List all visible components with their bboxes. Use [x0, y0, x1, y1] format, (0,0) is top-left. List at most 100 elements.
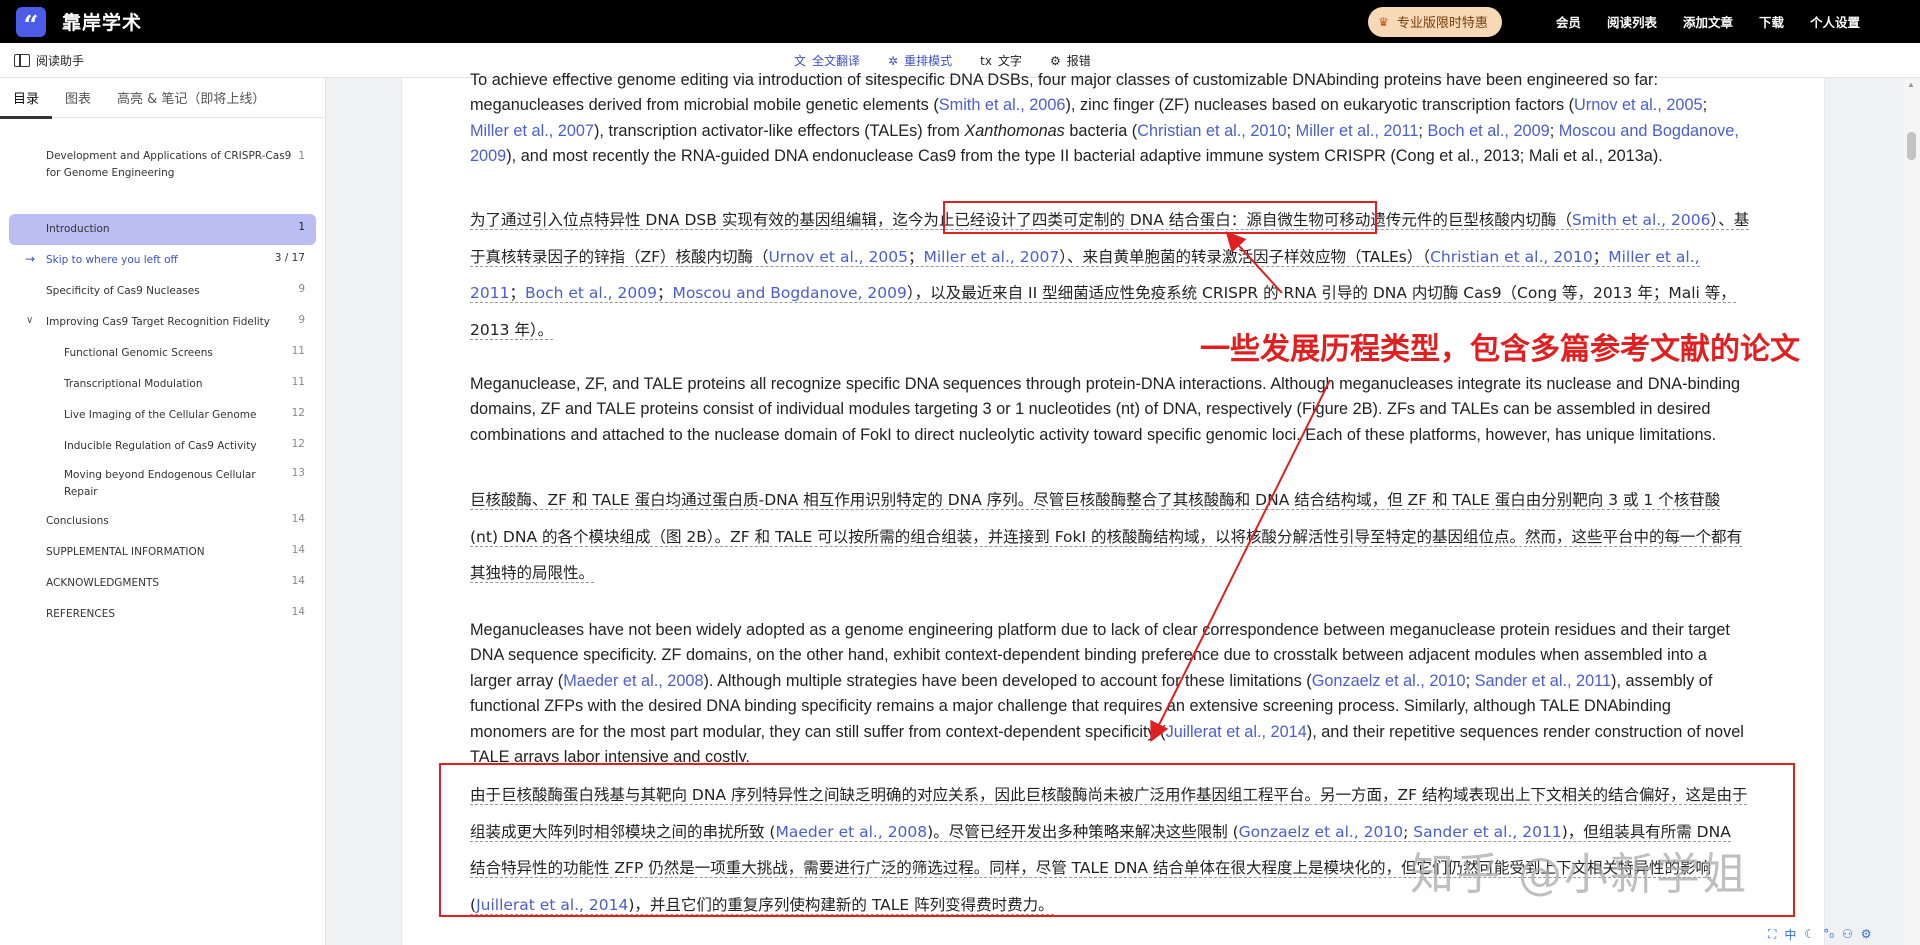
toc-item-acknowledgments[interactable]: ACKNOWLEDGMENTS 14 — [0, 575, 326, 592]
tab-toc[interactable]: 目录 — [0, 78, 52, 118]
reflow-icon: ✲ — [888, 53, 899, 68]
reading-assistant-toggle[interactable]: 阅读助手 — [14, 43, 84, 78]
paragraph-text: ), transcription activator-like effector… — [593, 121, 965, 140]
sidebar-tabs: 目录 图表 高亮 & 笔记（即将上线） — [0, 78, 325, 119]
citation-link[interactable]: Juillerat et al., 2014 — [1166, 723, 1307, 741]
reading-assistant-label: 阅读助手 — [36, 54, 85, 68]
toc-item-page: 12 — [291, 407, 305, 419]
paragraph-text: ）、来自黄单胞菌的转录激活因子样效应物（TALEs）（ — [1059, 247, 1431, 266]
paragraph-2-zh: 巨核酸酶、ZF 和 TALE 蛋白均通过蛋白质-DNA 相互作用识别特定的 DN… — [470, 482, 1750, 592]
text-button[interactable]: tx 文字 — [980, 52, 1022, 69]
nav-membership[interactable]: 会员 — [1556, 12, 1581, 31]
watermark-text: 知乎 @小新学姐 — [1410, 849, 1748, 900]
citation-link[interactable]: Boch et al., 2009 — [1427, 122, 1549, 140]
toc-item-page: 9 — [298, 283, 305, 295]
toc-item-label: REFERENCES — [46, 608, 116, 620]
toc-item-page: 14 — [291, 575, 305, 587]
punctuation-icon[interactable]: °₀ — [1823, 927, 1834, 941]
arrow-right-icon: → — [25, 252, 36, 266]
toc-item-page: 14 — [291, 513, 305, 525]
citation-link[interactable]: Miller et al., 2011 — [1296, 122, 1419, 140]
paragraph-text: ), and most recently the RNA-guided DNA … — [506, 147, 1663, 166]
citation-link[interactable]: Urnov et al., 2005 — [769, 248, 908, 266]
full-translate-label: 全文翻译 — [812, 54, 861, 68]
citation-link[interactable]: Christian et al., 2010 — [1137, 122, 1286, 140]
citation-link[interactable]: Miller et al., 2007 — [470, 122, 594, 140]
full-translate-button[interactable]: 文 全文翻译 — [794, 52, 860, 69]
paragraph-text: ; — [1549, 121, 1559, 140]
toc-item-title[interactable]: Development and Applications of CRISPR-C… — [0, 148, 326, 182]
toc-item-label: Moving beyond Endogenous Cellular Repair — [64, 469, 256, 498]
report-error-button[interactable]: ⚙ 报错 — [1050, 52, 1091, 69]
citation-link[interactable]: Gonzaelz et al., 2010 — [1312, 672, 1466, 690]
paragraph-text: ； — [1592, 247, 1609, 266]
toc-item-label: Transcriptional Modulation — [64, 378, 203, 390]
tab-figures[interactable]: 图表 — [52, 78, 104, 118]
toc-item-page: 9 — [298, 314, 305, 326]
paragraph-text: ; — [1702, 96, 1708, 115]
paragraph-text: ; — [1286, 121, 1296, 140]
tab-highlights[interactable]: 高亮 & 笔记（即将上线） — [104, 78, 278, 118]
app-title[interactable]: 靠岸学术 — [62, 8, 142, 35]
toc-item-page: 1 — [298, 150, 305, 162]
translate-icon: 文 — [794, 54, 807, 68]
sidebar-panel-icon — [14, 54, 30, 67]
nav-download[interactable]: 下载 — [1759, 12, 1784, 31]
toc-item-inducible[interactable]: Inducible Regulation of Cas9 Activity 12 — [0, 438, 326, 455]
toc-item-label: Development and Applications of CRISPR-C… — [46, 150, 292, 179]
annotation-highlight-box-small — [943, 201, 1377, 234]
citation-link[interactable]: Smith et al., 2006 — [939, 96, 1066, 114]
language-toggle[interactable]: 中 — [1784, 926, 1796, 943]
page-scrollbar[interactable] — [1904, 78, 1920, 945]
nav-reading-list[interactable]: 阅读列表 — [1607, 12, 1657, 31]
top-navbar: “ 靠岸学术 ♛ 专业版限时特惠 会员 阅读列表 添加文章 下载 个人设置 — [0, 0, 1920, 43]
toc-item-supplemental[interactable]: SUPPLEMENTAL INFORMATION 14 — [0, 544, 326, 561]
toc-item-specificity[interactable]: Specificity of Cas9 Nucleases 9 — [0, 283, 326, 300]
citation-link[interactable]: Urnov et al., 2005 — [1574, 96, 1703, 114]
toc-item-fidelity[interactable]: ∨ Improving Cas9 Target Recognition Fide… — [0, 314, 326, 331]
user-icon[interactable]: ⚇ — [1842, 927, 1853, 941]
toc-item-repair[interactable]: Moving beyond Endogenous Cellular Repair… — [0, 467, 326, 501]
toc-item-conclusions[interactable]: Conclusions 14 — [0, 513, 326, 530]
ime-toolbar: ⛶ 中 ☾ °₀ ⚇ ⚙ — [1768, 924, 1872, 944]
paragraph-text: ； — [656, 284, 673, 302]
promo-button[interactable]: ♛ 专业版限时特惠 — [1368, 6, 1502, 37]
toc-item-page: 3 / 17 — [274, 252, 305, 264]
moon-icon[interactable]: ☾ — [1804, 927, 1815, 941]
toc-item-label: Inducible Regulation of Cas9 Activity — [64, 440, 257, 452]
crown-icon: ♛ — [1378, 14, 1389, 29]
toc-item-skip[interactable]: → Skip to where you left off 3 / 17 — [0, 252, 326, 269]
citation-link[interactable]: Christian et al., 2010 — [1430, 248, 1593, 266]
toc-item-introduction[interactable]: Introduction 1 — [0, 221, 326, 238]
toc-item-transcriptional[interactable]: Transcriptional Modulation 11 — [0, 376, 326, 393]
toc-item-live-imaging[interactable]: Live Imaging of the Cellular Genome 12 — [0, 407, 326, 424]
paragraph-3-en: Meganucleases have not been widely adopt… — [470, 618, 1750, 762]
settings-icon: ⚙ — [1049, 53, 1061, 68]
reflow-mode-button[interactable]: ✲ 重排模式 — [888, 52, 952, 69]
toc-item-references[interactable]: REFERENCES 14 — [0, 606, 326, 623]
scroll-up-icon[interactable]: ▲ — [1907, 80, 1915, 89]
scrollbar-thumb[interactable] — [1907, 132, 1916, 160]
toc-item-page: 11 — [291, 376, 305, 388]
toc-item-label: Introduction — [46, 223, 110, 235]
citation-link[interactable]: Moscou and Bogdanove, 2009 — [672, 284, 906, 302]
gear-icon[interactable]: ⚙ — [1861, 927, 1872, 941]
chevron-down-icon[interactable]: ∨ — [26, 315, 33, 326]
promo-label: 专业版限时特惠 — [1396, 16, 1488, 31]
toc-item-label: Conclusions — [46, 515, 109, 527]
paragraph-text: 巨核酸酶、ZF 和 TALE 蛋白均通过蛋白质-DNA 相互作用识别特定的 DN… — [470, 491, 1743, 582]
toc-item-page: 14 — [291, 606, 305, 618]
toc-item-label: Live Imaging of the Cellular Genome — [64, 409, 257, 421]
toc-item-label: Improving Cas9 Target Recognition Fideli… — [46, 316, 271, 328]
citation-link[interactable]: Sander et al., 2011 — [1475, 672, 1611, 690]
citation-link[interactable]: Boch et al., 2009 — [525, 284, 657, 302]
citation-link[interactable]: Smith et al., 2006 — [1572, 211, 1711, 229]
citation-link[interactable]: Maeder et al., 2008 — [563, 672, 703, 690]
paragraph-text: Meganuclease, ZF, and TALE proteins all … — [470, 375, 1741, 444]
fullscreen-icon[interactable]: ⛶ — [1768, 927, 1776, 942]
citation-link[interactable]: Miller et al., 2007 — [924, 248, 1060, 266]
app-logo-icon[interactable]: “ — [16, 6, 46, 39]
nav-add-article[interactable]: 添加文章 — [1683, 12, 1733, 31]
toc-item-screens[interactable]: Functional Genomic Screens 11 — [0, 345, 326, 362]
nav-settings[interactable]: 个人设置 — [1810, 12, 1860, 31]
